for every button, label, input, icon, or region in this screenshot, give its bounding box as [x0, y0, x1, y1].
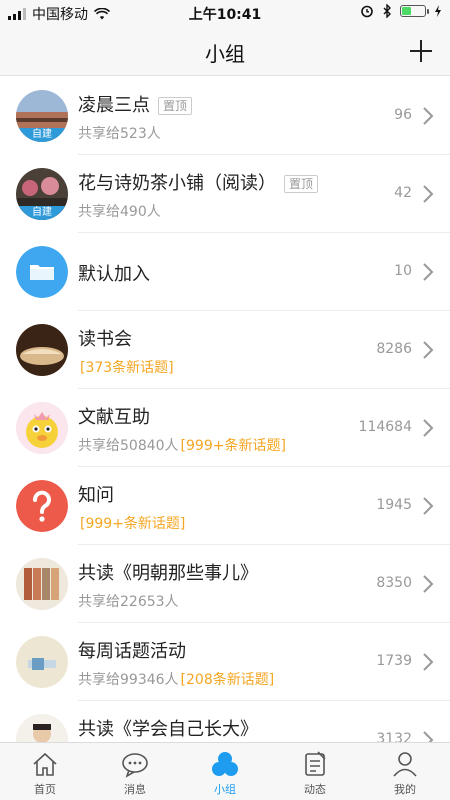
group-subline: [373条新话题] — [78, 357, 174, 377]
group-title: 每周话题活动 — [78, 637, 186, 663]
group-avatar — [16, 636, 68, 688]
member-count: 8350 — [376, 575, 412, 591]
chevron-right-icon — [423, 653, 434, 671]
group-shared: 共享给490人 — [78, 204, 161, 220]
pin-tag: 置顶 — [158, 97, 193, 115]
group-title: 读书会 — [78, 325, 132, 351]
group-row[interactable]: 文献互助 共享给50840人 [999+条新话题] 114684 — [16, 389, 450, 467]
profile-icon — [393, 752, 417, 777]
member-count: 1739 — [376, 653, 412, 669]
member-count: 8286 — [376, 341, 412, 357]
chevron-right-icon — [423, 731, 434, 742]
member-count: 10 — [394, 263, 412, 279]
group-list: 自建 凌晨三点 置顶 共享给523人 96 自建 花与诗奶茶小铺（阅读） 置顶 共享… — [0, 77, 450, 742]
chevron-right-icon — [423, 575, 434, 593]
group-shared: 共享给99346人 — [78, 672, 179, 688]
chevron-right-icon — [423, 107, 434, 125]
group-avatar: 自建 — [16, 90, 68, 142]
group-name: 凌晨三点 — [78, 95, 150, 116]
chevron-right-icon — [423, 263, 434, 281]
chevron-right-icon — [423, 341, 434, 359]
tab-label: 我的 — [394, 783, 416, 796]
group-avatar — [16, 402, 68, 454]
group-row[interactable]: 自建 花与诗奶茶小铺（阅读） 置顶 共享给490人 42 — [16, 155, 450, 233]
group-shared: 共享给523人 — [78, 126, 161, 142]
message-icon — [122, 753, 148, 778]
group-name: 花与诗奶茶小铺（阅读） — [78, 173, 276, 194]
member-count: 96 — [394, 107, 412, 123]
group-avatar — [16, 324, 68, 376]
nav-bar: 小组 — [0, 26, 450, 76]
group-title: 知问 — [78, 481, 114, 507]
group-title: 共读《学会自己长大》 — [78, 715, 258, 741]
bluetooth-icon — [383, 4, 391, 18]
member-count: 1945 — [376, 497, 412, 513]
group-avatar: 自建 — [16, 168, 68, 220]
new-topics-count: [999+条新话题] — [180, 438, 286, 454]
pin-tag: 置顶 — [284, 175, 319, 193]
group-subline: 共享给99346人 [208条新话题] — [78, 669, 274, 689]
group-avatar — [16, 714, 68, 742]
tab-label: 首页 — [34, 783, 56, 796]
group-name: 共读《明朝那些事儿》 — [78, 563, 258, 584]
group-row[interactable]: 知问 [999+条新话题] 1945 — [16, 467, 450, 545]
group-name: 知问 — [78, 485, 114, 506]
new-topics-count: [999+条新话题] — [80, 516, 186, 532]
group-row[interactable]: 自建 凌晨三点 置顶 共享给523人 96 — [16, 77, 450, 155]
home-icon — [33, 752, 57, 776]
status-right — [360, 4, 442, 18]
self-built-badge: 自建 — [16, 206, 68, 220]
chevron-right-icon — [423, 185, 434, 203]
tab-profile[interactable]: 我的 — [360, 743, 450, 800]
chevron-right-icon — [423, 419, 434, 437]
tab-feed[interactable]: 动态 — [270, 743, 360, 800]
group-row[interactable]: 每周话题活动 共享给99346人 [208条新话题] 1739 — [16, 623, 450, 701]
group-icon — [212, 752, 238, 776]
group-row[interactable]: 共读《明朝那些事儿》 共享给22653人 8350 — [16, 545, 450, 623]
group-name: 读书会 — [78, 329, 132, 350]
member-count: 114684 — [358, 419, 412, 435]
tab-label: 小组 — [214, 783, 236, 796]
new-topics-count: [373条新话题] — [80, 360, 174, 376]
chevron-right-icon — [423, 497, 434, 515]
group-row[interactable]: 读书会 [373条新话题] 8286 — [16, 311, 450, 389]
group-title: 共读《明朝那些事儿》 — [78, 559, 258, 585]
group-avatar — [16, 480, 68, 532]
group-row[interactable]: 默认加入 10 — [16, 233, 450, 311]
charging-icon — [435, 5, 441, 17]
group-name: 默认加入 — [78, 264, 150, 285]
group-avatar — [16, 246, 68, 298]
group-title: 文献互助 — [78, 403, 150, 429]
tab-groups[interactable]: 小组 — [180, 743, 270, 800]
group-subline: [999+条新话题] — [78, 513, 185, 533]
add-group-button[interactable] — [406, 36, 436, 66]
alarm-icon — [361, 5, 373, 18]
group-name: 文献互助 — [78, 407, 150, 428]
new-topics-count: [208条新话题] — [180, 672, 275, 688]
feed-icon — [305, 751, 326, 776]
status-bar: 中国移动 上午10:41 — [0, 0, 450, 26]
group-title: 花与诗奶茶小铺（阅读） 置顶 — [78, 169, 319, 195]
member-count: 42 — [394, 185, 412, 201]
tab-messages[interactable]: 消息 — [90, 743, 180, 800]
member-count: 3132 — [376, 731, 412, 742]
group-subline: 共享给50840人 [999+条新话题] — [78, 435, 286, 455]
group-shared: 共享给22653人 — [78, 594, 179, 610]
group-shared: 共享给50840人 — [78, 438, 179, 454]
self-built-badge: 自建 — [16, 128, 68, 142]
group-name: 每周话题活动 — [78, 641, 186, 662]
battery-icon — [400, 5, 429, 17]
group-avatar — [16, 558, 68, 610]
page-title: 小组 — [205, 42, 245, 66]
group-name: 共读《学会自己长大》 — [78, 719, 258, 740]
tab-bar: 首页 消息 小组 动态 我的 — [0, 742, 450, 800]
group-title: 默认加入 — [78, 260, 150, 286]
tab-label: 动态 — [304, 783, 326, 796]
group-title: 凌晨三点 置顶 — [78, 91, 193, 117]
group-row[interactable]: 共读《学会自己长大》 3132 — [16, 701, 450, 742]
tab-home[interactable]: 首页 — [0, 743, 90, 800]
tab-label: 消息 — [124, 783, 146, 796]
